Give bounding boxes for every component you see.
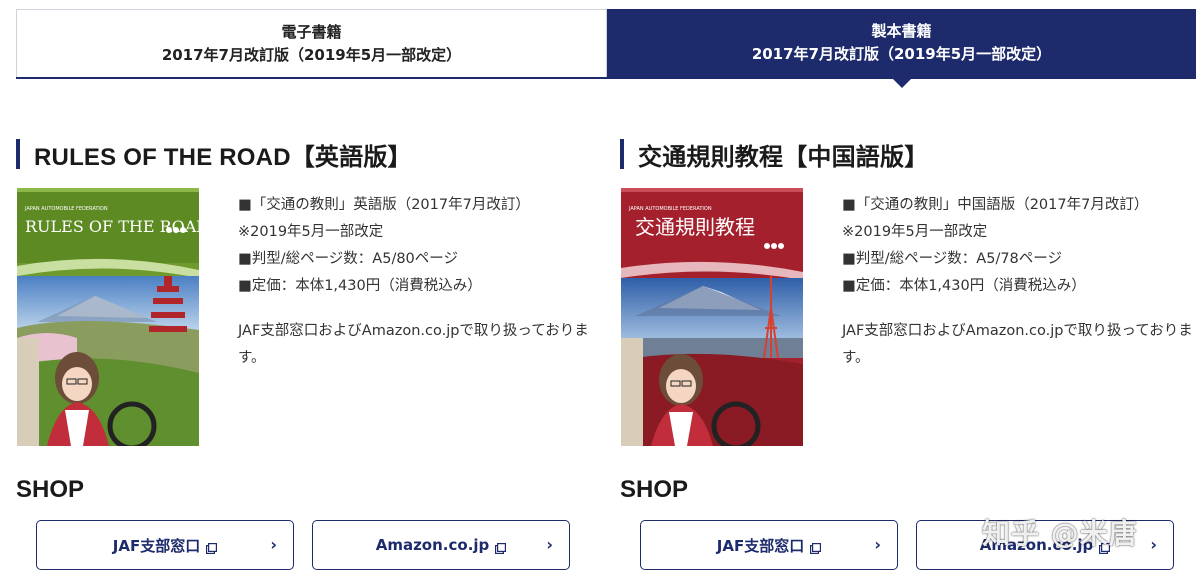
book-cover-image[interactable]: JAPAN AUTOMOBILE FEDERATION RULES OF THE… (17, 188, 199, 446)
shop-heading: SHOP (16, 476, 85, 503)
tab-ebook-edition: 2017年7月改訂版（2019年5月一部改定） (161, 45, 462, 64)
detail-format-pages: ■判型/総ページ数：A5/80ページ (238, 251, 458, 267)
external-link-icon (206, 540, 218, 554)
detail-price: ■定価：本体1,430円（消費税込み） (842, 278, 1086, 294)
availability-note: JAF支部窓口およびAmazon.co.jpで取り扱っております。 (842, 323, 1193, 366)
detail-edition: ■「交通の教則」中国語版（2017年7月改訂） (842, 197, 1149, 213)
heading-accent-bar (620, 139, 624, 169)
heading-accent-bar (16, 139, 20, 169)
external-link-icon (810, 540, 822, 554)
cover-publisher: JAPAN AUTOMOBILE FEDERATION (24, 206, 108, 212)
product-chinese: 交通規則教程【中国語版】 JAPAN AUTOMOBILE FEDERATION… (620, 138, 1200, 570)
external-link-icon (495, 540, 507, 554)
tab-print-title: 製本書籍 (871, 22, 932, 40)
product-title: RULES OF THE ROAD【英語版】 (34, 143, 412, 171)
amazon-button[interactable]: Amazon.co.jp › (916, 520, 1174, 570)
product-details: ■「交通の教則」英語版（2017年7月改訂） ※2019年5月一部改定 ■判型/… (238, 192, 598, 372)
detail-revision: ※2019年5月一部改定 (238, 224, 384, 240)
shop-heading: SHOP (620, 476, 689, 503)
tab-print-edition: 2017年7月改訂版（2019年5月一部改定） (751, 45, 1052, 63)
amazon-button[interactable]: Amazon.co.jp › (312, 520, 570, 570)
product-body: JAPAN AUTOMOBILE FEDERATION 交通規則教程 ■「交通の… (620, 188, 1200, 448)
jaf-office-label: JAF支部窓口 (716, 536, 805, 555)
detail-format-pages: ■判型/総ページ数：A5/78ページ (842, 251, 1062, 267)
jaf-office-button[interactable]: JAF支部窓口 › (36, 520, 294, 570)
book-cover-image[interactable]: JAPAN AUTOMOBILE FEDERATION 交通規則教程 (621, 188, 803, 446)
detail-revision: ※2019年5月一部改定 (842, 224, 988, 240)
product-title: 交通規則教程【中国語版】 (638, 143, 929, 171)
product-heading: RULES OF THE ROAD【英語版】 (16, 138, 596, 171)
amazon-label: Amazon.co.jp (979, 536, 1094, 554)
jaf-office-button[interactable]: JAF支部窓口 › (640, 520, 898, 570)
cover-publisher: JAPAN AUTOMOBILE FEDERATION (628, 206, 712, 212)
product-english: RULES OF THE ROAD【英語版】 JAPAN AUTOMOBILE … (16, 138, 596, 570)
product-heading: 交通規則教程【中国語版】 (620, 138, 1200, 171)
product-body: JAPAN AUTOMOBILE FEDERATION RULES OF THE… (16, 188, 596, 448)
active-tab-caret-icon (890, 77, 913, 88)
chevron-right-icon: › (874, 535, 881, 554)
cover-title: RULES OF THE ROAD (25, 217, 199, 236)
tab-ebook[interactable]: 電子書籍 2017年7月改訂版（2019年5月一部改定） (16, 9, 607, 77)
chevron-right-icon: › (270, 535, 277, 554)
availability-note: JAF支部窓口およびAmazon.co.jpで取り扱っております。 (238, 323, 589, 366)
chevron-right-icon: › (546, 535, 553, 554)
external-link-icon (1099, 540, 1111, 554)
book-format-tabs: 電子書籍 2017年7月改訂版（2019年5月一部改定） 製本書籍 2017年7… (16, 9, 1196, 88)
cover-title: 交通規則教程 (635, 215, 755, 239)
amazon-label: Amazon.co.jp (375, 536, 490, 554)
product-details: ■「交通の教則」中国語版（2017年7月改訂） ※2019年5月一部改定 ■判型… (842, 192, 1200, 372)
chevron-right-icon: › (1150, 535, 1157, 554)
jaf-office-label: JAF支部窓口 (112, 536, 201, 555)
detail-price: ■定価：本体1,430円（消費税込み） (238, 278, 482, 294)
detail-edition: ■「交通の教則」英語版（2017年7月改訂） (238, 197, 530, 213)
tab-print-book[interactable]: 製本書籍 2017年7月改訂版（2019年5月一部改定） (607, 9, 1196, 88)
tab-ebook-title: 電子書籍 (281, 22, 342, 41)
